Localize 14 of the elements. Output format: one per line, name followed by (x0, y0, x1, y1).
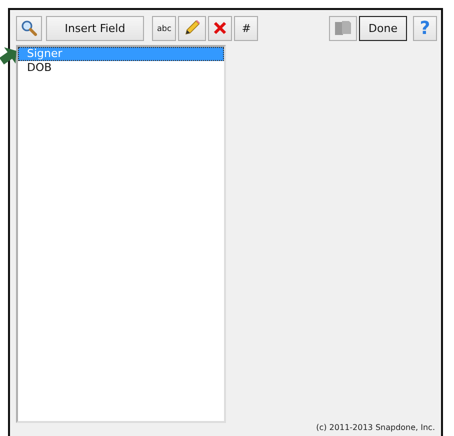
pages-icon (334, 20, 352, 36)
search-button[interactable] (16, 16, 42, 40)
toolbar-button[interactable]: # (234, 16, 258, 40)
edit-button[interactable] (178, 16, 206, 40)
close-icon (213, 21, 228, 35)
help-button[interactable]: ? (413, 16, 437, 40)
pencil-icon (183, 19, 202, 37)
delete-button[interactable] (208, 16, 232, 40)
copyright-text: (c) 2011-2013 Snapdone, Inc. (316, 423, 435, 433)
toolbar-button[interactable]: Insert Field (46, 16, 144, 40)
list-item[interactable]: DOB (18, 61, 224, 75)
spell-check-button[interactable]: abc (152, 16, 176, 40)
done-button[interactable]: Done (359, 16, 407, 40)
search-icon (21, 20, 37, 36)
